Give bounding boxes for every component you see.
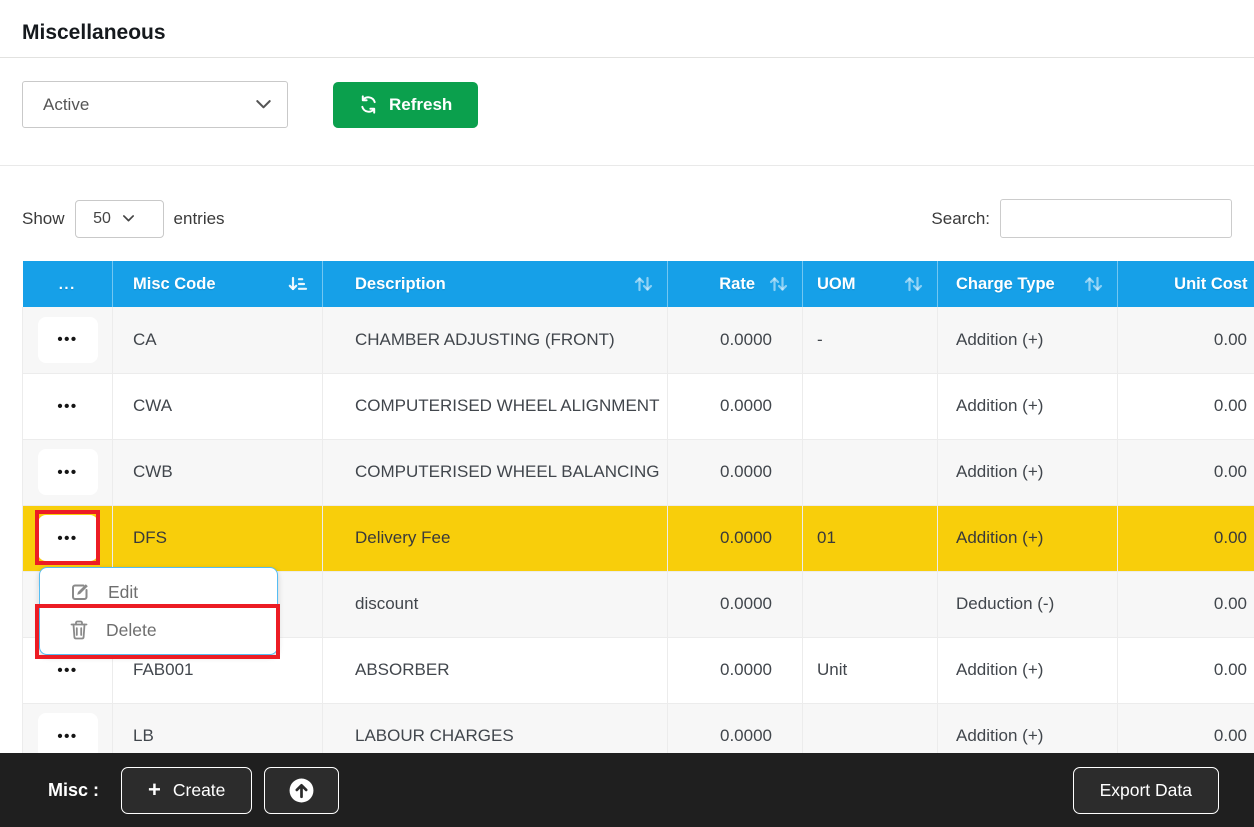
cell-unit-cost: 0.00 — [1118, 505, 1254, 571]
row-actions-button[interactable]: ••• — [38, 449, 98, 495]
plus-icon: + — [148, 779, 161, 801]
sort-both-icon — [769, 276, 788, 292]
row-actions-button[interactable]: ••• — [38, 317, 98, 363]
chevron-down-icon — [123, 215, 134, 222]
cell-uom: 01 — [803, 505, 938, 571]
menu-item-delete[interactable]: Delete — [40, 611, 277, 649]
sort-amount-down-icon — [288, 276, 308, 292]
cell-description: CHAMBER ADJUSTING (FRONT) — [323, 307, 668, 373]
create-button[interactable]: + Create — [121, 767, 252, 814]
refresh-icon — [359, 95, 378, 114]
cell-unit-cost: 0.00 — [1118, 439, 1254, 505]
cell-rate: 0.0000 — [668, 307, 803, 373]
cell-rate: 0.0000 — [668, 439, 803, 505]
cell-charge-type: Deduction (-) — [938, 571, 1118, 637]
cell-description: Delivery Fee — [323, 505, 668, 571]
table-row: ••• CWA COMPUTERISED WHEEL ALIGNMENT 0.0… — [23, 373, 1254, 439]
cell-uom — [803, 373, 938, 439]
column-header-rate[interactable]: Rate — [668, 261, 803, 307]
menu-item-edit-label: Edit — [108, 582, 138, 603]
show-label: Show — [22, 209, 65, 229]
cell-misc-code: DFS — [113, 505, 323, 571]
export-data-label: Export Data — [1100, 780, 1192, 801]
cell-description: ABSORBER — [323, 637, 668, 703]
cell-unit-cost: 0.00 — [1118, 373, 1254, 439]
data-table: ... Misc Code Description — [22, 261, 1254, 770]
cell-description: COMPUTERISED WHEEL ALIGNMENT — [323, 373, 668, 439]
menu-item-delete-label: Delete — [106, 620, 157, 641]
column-header-misc-code[interactable]: Misc Code — [113, 261, 323, 307]
status-filter-select[interactable]: Active — [22, 81, 288, 128]
cell-rate: 0.0000 — [668, 373, 803, 439]
row-context-menu: Edit Delete — [39, 567, 278, 655]
table-row: ••• CWB COMPUTERISED WHEEL BALANCING 0.0… — [23, 439, 1254, 505]
cell-description: COMPUTERISED WHEEL BALANCING — [323, 439, 668, 505]
cell-uom: - — [803, 307, 938, 373]
cell-description: discount — [323, 571, 668, 637]
row-actions-button[interactable]: ••• — [38, 383, 98, 429]
table-row: ••• CA CHAMBER ADJUSTING (FRONT) 0.0000 … — [23, 307, 1254, 373]
cell-charge-type: Addition (+) — [938, 373, 1118, 439]
action-bar: Misc : + Create Export Data — [0, 753, 1254, 827]
cell-rate: 0.0000 — [668, 637, 803, 703]
sort-both-icon — [1084, 276, 1103, 292]
arrow-circle-up-icon — [288, 777, 315, 804]
export-data-button[interactable]: Export Data — [1073, 767, 1219, 814]
sort-both-icon — [634, 276, 653, 292]
cell-misc-code: CA — [113, 307, 323, 373]
table-header-row: ... Misc Code Description — [23, 261, 1254, 307]
row-actions-button[interactable]: ••• — [38, 515, 98, 561]
page-title: Miscellaneous — [0, 0, 1254, 58]
misc-label: Misc : — [48, 780, 99, 801]
status-filter-value: Active — [43, 95, 89, 115]
edit-icon — [70, 582, 90, 602]
menu-item-edit[interactable]: Edit — [40, 573, 277, 611]
section-divider — [0, 165, 1254, 166]
cell-misc-code: CWA — [113, 373, 323, 439]
column-header-actions: ... — [23, 261, 113, 307]
cell-unit-cost: 0.00 — [1118, 571, 1254, 637]
create-label: Create — [173, 780, 226, 801]
search-label: Search: — [931, 209, 990, 229]
chevron-down-icon — [256, 100, 271, 109]
table-row-selected: ••• DFS Delivery Fee 0.0000 01 Addition … — [23, 505, 1254, 571]
refresh-label: Refresh — [389, 95, 452, 115]
search-input[interactable] — [1000, 199, 1232, 238]
column-header-charge-type[interactable]: Charge Type — [938, 261, 1118, 307]
sort-both-icon — [904, 276, 923, 292]
page-size-value: 50 — [93, 210, 111, 228]
cell-misc-code: CWB — [113, 439, 323, 505]
cell-unit-cost: 0.00 — [1118, 637, 1254, 703]
cell-charge-type: Addition (+) — [938, 439, 1118, 505]
cell-uom — [803, 571, 938, 637]
toolbar: Active Refresh — [22, 81, 1232, 128]
column-header-description[interactable]: Description — [323, 261, 668, 307]
entries-label: entries — [174, 209, 225, 229]
cell-rate: 0.0000 — [668, 571, 803, 637]
cell-rate: 0.0000 — [668, 505, 803, 571]
column-header-uom[interactable]: UOM — [803, 261, 938, 307]
refresh-button[interactable]: Refresh — [333, 82, 478, 128]
cell-charge-type: Addition (+) — [938, 307, 1118, 373]
trash-icon — [70, 620, 88, 640]
cell-charge-type: Addition (+) — [938, 637, 1118, 703]
scroll-top-button[interactable] — [264, 767, 339, 814]
cell-uom: Unit — [803, 637, 938, 703]
page-size-select[interactable]: 50 — [75, 200, 164, 238]
list-controls: Show 50 entries Search: — [22, 199, 1232, 238]
cell-unit-cost: 0.00 — [1118, 307, 1254, 373]
column-header-unit-cost[interactable]: Unit Cost — [1118, 261, 1254, 307]
cell-uom — [803, 439, 938, 505]
cell-charge-type: Addition (+) — [938, 505, 1118, 571]
